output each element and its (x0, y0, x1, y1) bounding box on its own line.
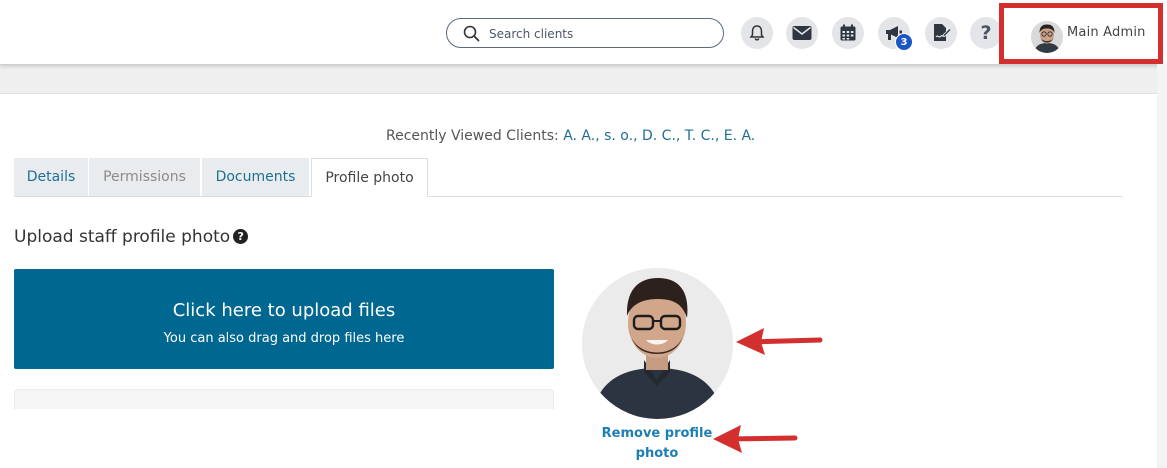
recent-client-link[interactable]: T. C., (685, 128, 719, 144)
recent-client-link[interactable]: E. A. (724, 128, 756, 144)
section-title-text: Upload staff profile photo (14, 227, 231, 247)
tab-bar: Details Permissions Documents Profile ph… (14, 158, 1123, 197)
annotation-arrow-icon (736, 328, 823, 355)
mail-icon (792, 26, 812, 40)
upload-progress-area (14, 389, 554, 409)
tab-details[interactable]: Details (14, 158, 88, 196)
scrollbar-track[interactable] (1157, 64, 1167, 467)
annotation-arrow-icon (713, 425, 798, 453)
signatures-button[interactable] (925, 17, 957, 49)
recent-label: Recently Viewed Clients: (386, 128, 559, 144)
bell-icon (749, 25, 765, 41)
help-icon: ? (980, 22, 992, 44)
page-title: Upload staff profile photo? (14, 227, 249, 247)
search-input[interactable] (487, 23, 711, 45)
help-button[interactable]: ? (970, 17, 1002, 49)
tab-documents[interactable]: Documents (202, 158, 309, 196)
calendar-button[interactable] (832, 17, 864, 49)
tab-permissions[interactable]: Permissions (89, 158, 200, 196)
upload-title: Click here to upload files (172, 300, 396, 321)
messages-button[interactable] (786, 17, 818, 49)
user-name: Main Admin (1067, 25, 1146, 40)
remove-photo-link[interactable]: Remove profile photo (592, 424, 722, 464)
calendar-icon (840, 24, 856, 41)
upload-subtitle: You can also drag and drop files here (163, 331, 405, 346)
avatar (1031, 21, 1063, 53)
recently-viewed-clients: Recently Viewed Clients: A. A., s. o., D… (386, 128, 755, 144)
recent-client-link[interactable]: A. A., (563, 128, 599, 144)
notifications-button[interactable] (741, 17, 773, 49)
recent-client-link[interactable]: D. C., (642, 128, 680, 144)
remove-link-line1: Remove profile (601, 426, 713, 441)
notification-badge: 3 (895, 33, 913, 51)
top-bar: 3 ? Main Admin (0, 0, 1167, 65)
help-icon[interactable]: ? (233, 229, 249, 244)
recent-client-link[interactable]: s. o., (604, 128, 637, 144)
profile-photo (582, 268, 733, 419)
upload-dropzone[interactable]: Click here to upload files You can also … (14, 269, 554, 369)
user-menu[interactable]: Main Admin (999, 3, 1163, 64)
search-box[interactable] (446, 18, 724, 48)
search-icon (463, 25, 480, 42)
signature-icon (934, 24, 951, 41)
remove-link-line2: photo (635, 446, 679, 461)
tab-profile-photo[interactable]: Profile photo (311, 158, 428, 197)
